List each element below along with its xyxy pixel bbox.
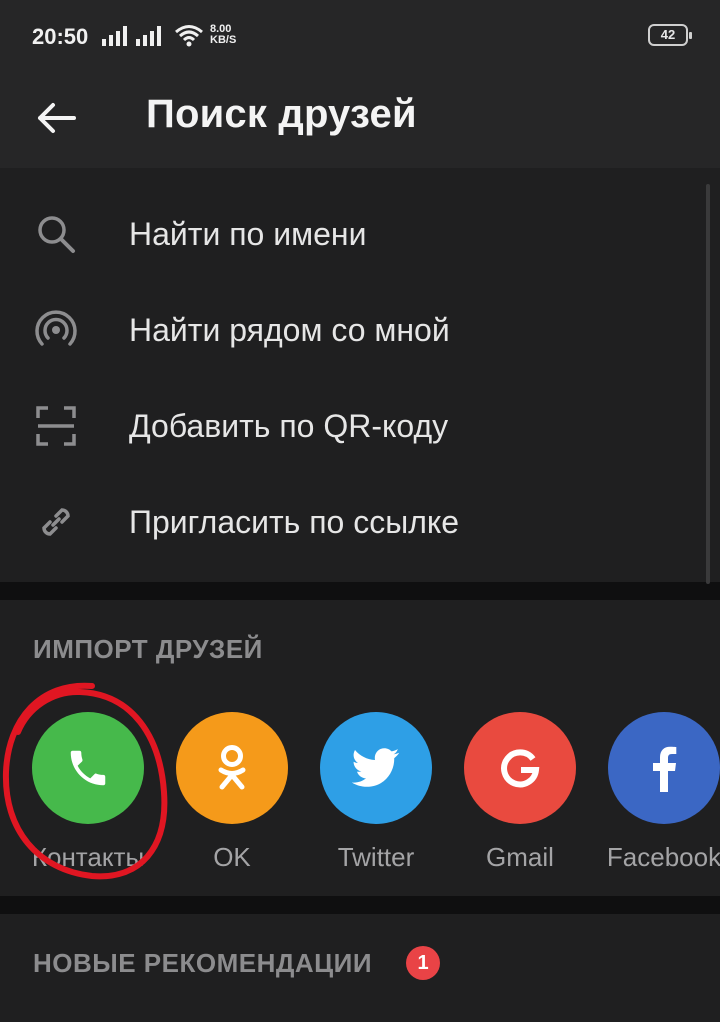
nearby-signal-icon bbox=[32, 306, 80, 354]
wifi-icon bbox=[175, 25, 203, 47]
scrollbar[interactable] bbox=[706, 184, 710, 584]
status-bar: 20:50 8.00 KB/S 42 bbox=[0, 0, 720, 72]
import-gmail-button[interactable]: Gmail bbox=[450, 712, 590, 882]
import-label: Facebook bbox=[606, 842, 720, 872]
back-button[interactable] bbox=[26, 88, 86, 148]
facebook-f-icon bbox=[653, 746, 677, 792]
menu-item-label: Найти рядом со мной bbox=[129, 311, 450, 348]
menu-item-label: Пригласить по ссылке bbox=[129, 503, 460, 540]
network-speed: 8.00 KB/S bbox=[210, 24, 246, 46]
section-header-recommendations: НОВЫЕ РЕКОМЕНДАЦИИ bbox=[33, 948, 373, 978]
page-title: Поиск друзей bbox=[146, 92, 417, 136]
app-bar: Поиск друзей bbox=[0, 72, 720, 168]
import-icon-circle bbox=[320, 712, 432, 824]
menu-item-find-by-name[interactable]: Найти по имени bbox=[0, 186, 700, 282]
import-icon-circle bbox=[32, 712, 144, 824]
new-recommendations-section: НОВЫЕ РЕКОМЕНДАЦИИ 1 bbox=[0, 914, 720, 1022]
import-twitter-button[interactable]: Twitter bbox=[306, 712, 446, 882]
menu-item-label: Добавить по QR-коду bbox=[129, 407, 449, 444]
section-header-import: ИМПОРТ ДРУЗЕЙ bbox=[33, 634, 263, 664]
import-icon-circle bbox=[464, 712, 576, 824]
signal-strength-icon bbox=[136, 26, 161, 46]
import-facebook-button[interactable]: Facebook bbox=[594, 712, 720, 882]
qr-scan-icon bbox=[32, 402, 80, 450]
menu-item-invite-by-link[interactable]: Пригласить по ссылке bbox=[0, 474, 700, 570]
network-speed-unit: KB/S bbox=[210, 34, 237, 46]
link-icon bbox=[32, 498, 80, 546]
import-contacts-button[interactable]: Контакты bbox=[18, 712, 158, 882]
google-g-icon bbox=[501, 749, 540, 788]
notification-badge: 1 bbox=[406, 946, 440, 980]
import-icon-circle bbox=[176, 712, 288, 824]
import-icon-circle bbox=[608, 712, 720, 824]
phone-icon bbox=[70, 750, 106, 786]
status-time: 20:50 bbox=[32, 24, 89, 49]
find-friends-menu: Найти по имени Найти рядом со мной Добав… bbox=[0, 168, 720, 582]
search-icon bbox=[32, 210, 80, 258]
import-friends-section: ИМПОРТ ДРУЗЕЙ Контакты OK Twitter Gmail … bbox=[0, 600, 720, 896]
menu-item-add-by-qr[interactable]: Добавить по QR-коду bbox=[0, 378, 700, 474]
battery-level: 42 bbox=[660, 27, 676, 42]
signal-strength-icon bbox=[102, 26, 127, 46]
import-ok-button[interactable]: OK bbox=[162, 712, 302, 882]
odnoklassniki-icon bbox=[218, 745, 246, 790]
menu-item-find-nearby[interactable]: Найти рядом со мной bbox=[0, 282, 700, 378]
arrow-left-icon bbox=[38, 103, 76, 133]
menu-item-label: Найти по имени bbox=[129, 215, 367, 252]
battery-icon: 42 bbox=[648, 24, 692, 46]
twitter-bird-icon bbox=[352, 748, 400, 787]
